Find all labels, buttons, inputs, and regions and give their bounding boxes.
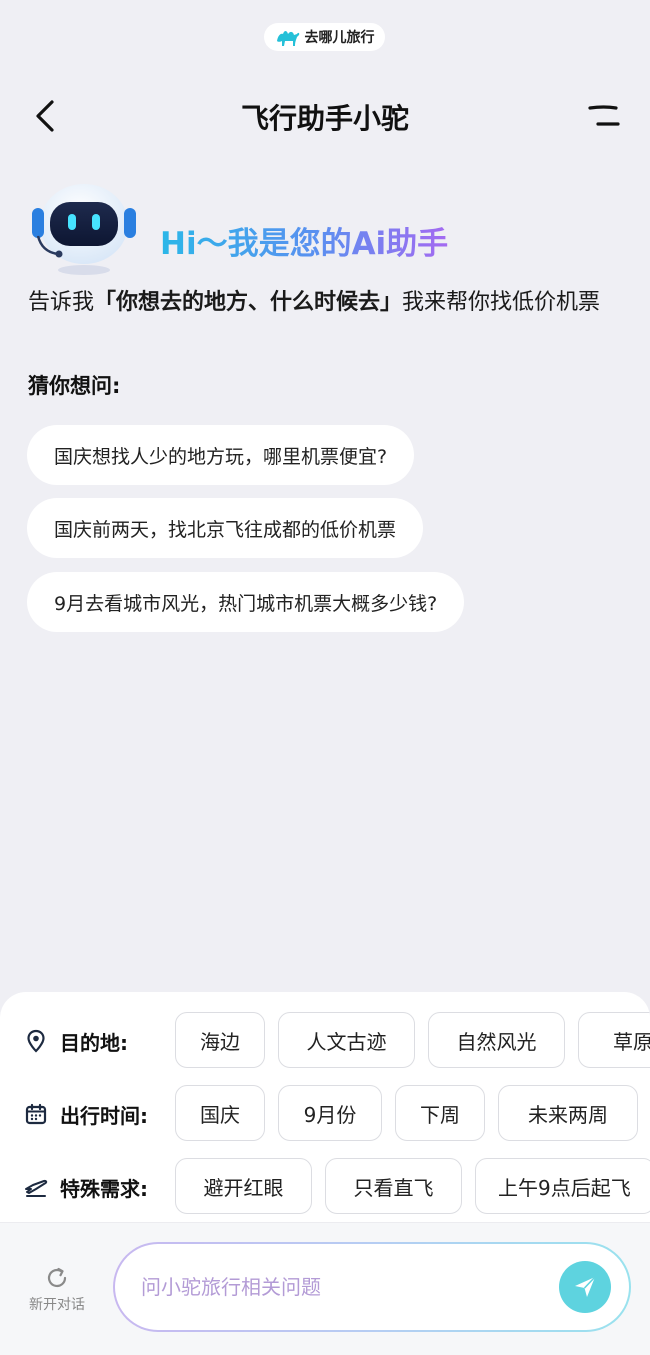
- suggestion-chip[interactable]: 9月去看城市风光，热门城市机票大概多少钱?: [27, 572, 465, 632]
- chip-avoid-redeye[interactable]: 避开红眼: [175, 1158, 312, 1214]
- chip-nature[interactable]: 自然风光: [428, 1012, 565, 1068]
- chat-input[interactable]: [141, 1244, 521, 1330]
- chip-after-9am[interactable]: 上午9点后起飞: [475, 1158, 650, 1214]
- plane-ticket-icon: [25, 1179, 48, 1197]
- refresh-icon: [47, 1267, 67, 1288]
- filter-row-travel-time: 出行时间: 国庆 9月份 下周 未来两周: [0, 1085, 650, 1143]
- ai-robot-avatar: [32, 184, 136, 275]
- filter-label-text: 出行时间:: [60, 1103, 148, 1128]
- suggestion-chip[interactable]: 国庆前两天，找北京飞往成都的低价机票: [27, 498, 424, 558]
- chip-september[interactable]: 9月份: [278, 1085, 382, 1141]
- send-icon: [575, 1276, 596, 1297]
- filter-row-destination: 目的地: 海边 人文古迹 自然风光 草原: [0, 1012, 650, 1070]
- filter-row-special: 特殊需求: 避开红眼 只看直飞 上午9点后起飞: [0, 1158, 650, 1216]
- greeting-title: Hi～我是您的Ai助手: [160, 218, 448, 263]
- filter-label-text: 目的地:: [60, 1030, 128, 1055]
- brand-badge: 去哪儿旅行: [264, 23, 385, 51]
- intro-prefix: 告诉我: [28, 290, 95, 315]
- intro-highlight: 「你想去的地方、什么时候去」: [94, 290, 403, 315]
- location-pin-icon: [27, 1029, 45, 1053]
- chip-seaside[interactable]: 海边: [175, 1012, 265, 1068]
- new-chat-label: 新开对话: [29, 1297, 85, 1313]
- destination-chips: 海边 人文古迹 自然风光 草原: [175, 1012, 650, 1070]
- calendar-icon: [25, 1103, 47, 1125]
- chip-direct-only[interactable]: 只看直飞: [325, 1158, 462, 1214]
- new-chat-button[interactable]: 新开对话: [18, 1265, 96, 1314]
- chat-input-wrapper: [113, 1242, 631, 1332]
- chip-heritage[interactable]: 人文古迹: [278, 1012, 415, 1068]
- brand-name: 去哪儿旅行: [304, 30, 375, 46]
- send-button[interactable]: [559, 1261, 611, 1313]
- chat-input-inner: [115, 1244, 629, 1330]
- chip-national-day[interactable]: 国庆: [175, 1085, 265, 1141]
- menu-icon[interactable]: [588, 104, 620, 128]
- chat-input-bar: 新开对话: [0, 1222, 650, 1355]
- filter-label-destination: 目的地:: [24, 1012, 128, 1070]
- quick-filter-panel: 目的地: 海边 人文古迹 自然风光 草原 出行时间: 国庆 9月份 下周 未来两…: [0, 992, 650, 1232]
- chip-grassland[interactable]: 草原: [578, 1012, 650, 1068]
- suggestion-chip[interactable]: 国庆想找人少的地方玩，哪里机票便宜?: [27, 425, 415, 485]
- chip-next-two-weeks[interactable]: 未来两周: [498, 1085, 638, 1141]
- chip-next-week[interactable]: 下周: [395, 1085, 485, 1141]
- filter-label-special: 特殊需求:: [24, 1158, 148, 1216]
- suggestions-heading: 猜你想问:: [28, 374, 121, 398]
- travel-time-chips: 国庆 9月份 下周 未来两周: [175, 1085, 650, 1143]
- special-chips: 避开红眼 只看直飞 上午9点后起飞: [175, 1158, 650, 1216]
- intro-suffix: 我来帮你找低价机票: [402, 290, 601, 315]
- intro-text: 告诉我「你想去的地方、什么时候去」我来帮你找低价机票: [28, 288, 628, 318]
- page-title: 飞行助手小驼: [240, 102, 409, 135]
- filter-label-travel-time: 出行时间:: [24, 1085, 148, 1143]
- camel-logo-icon: [276, 31, 299, 46]
- filter-label-text: 特殊需求:: [60, 1176, 148, 1201]
